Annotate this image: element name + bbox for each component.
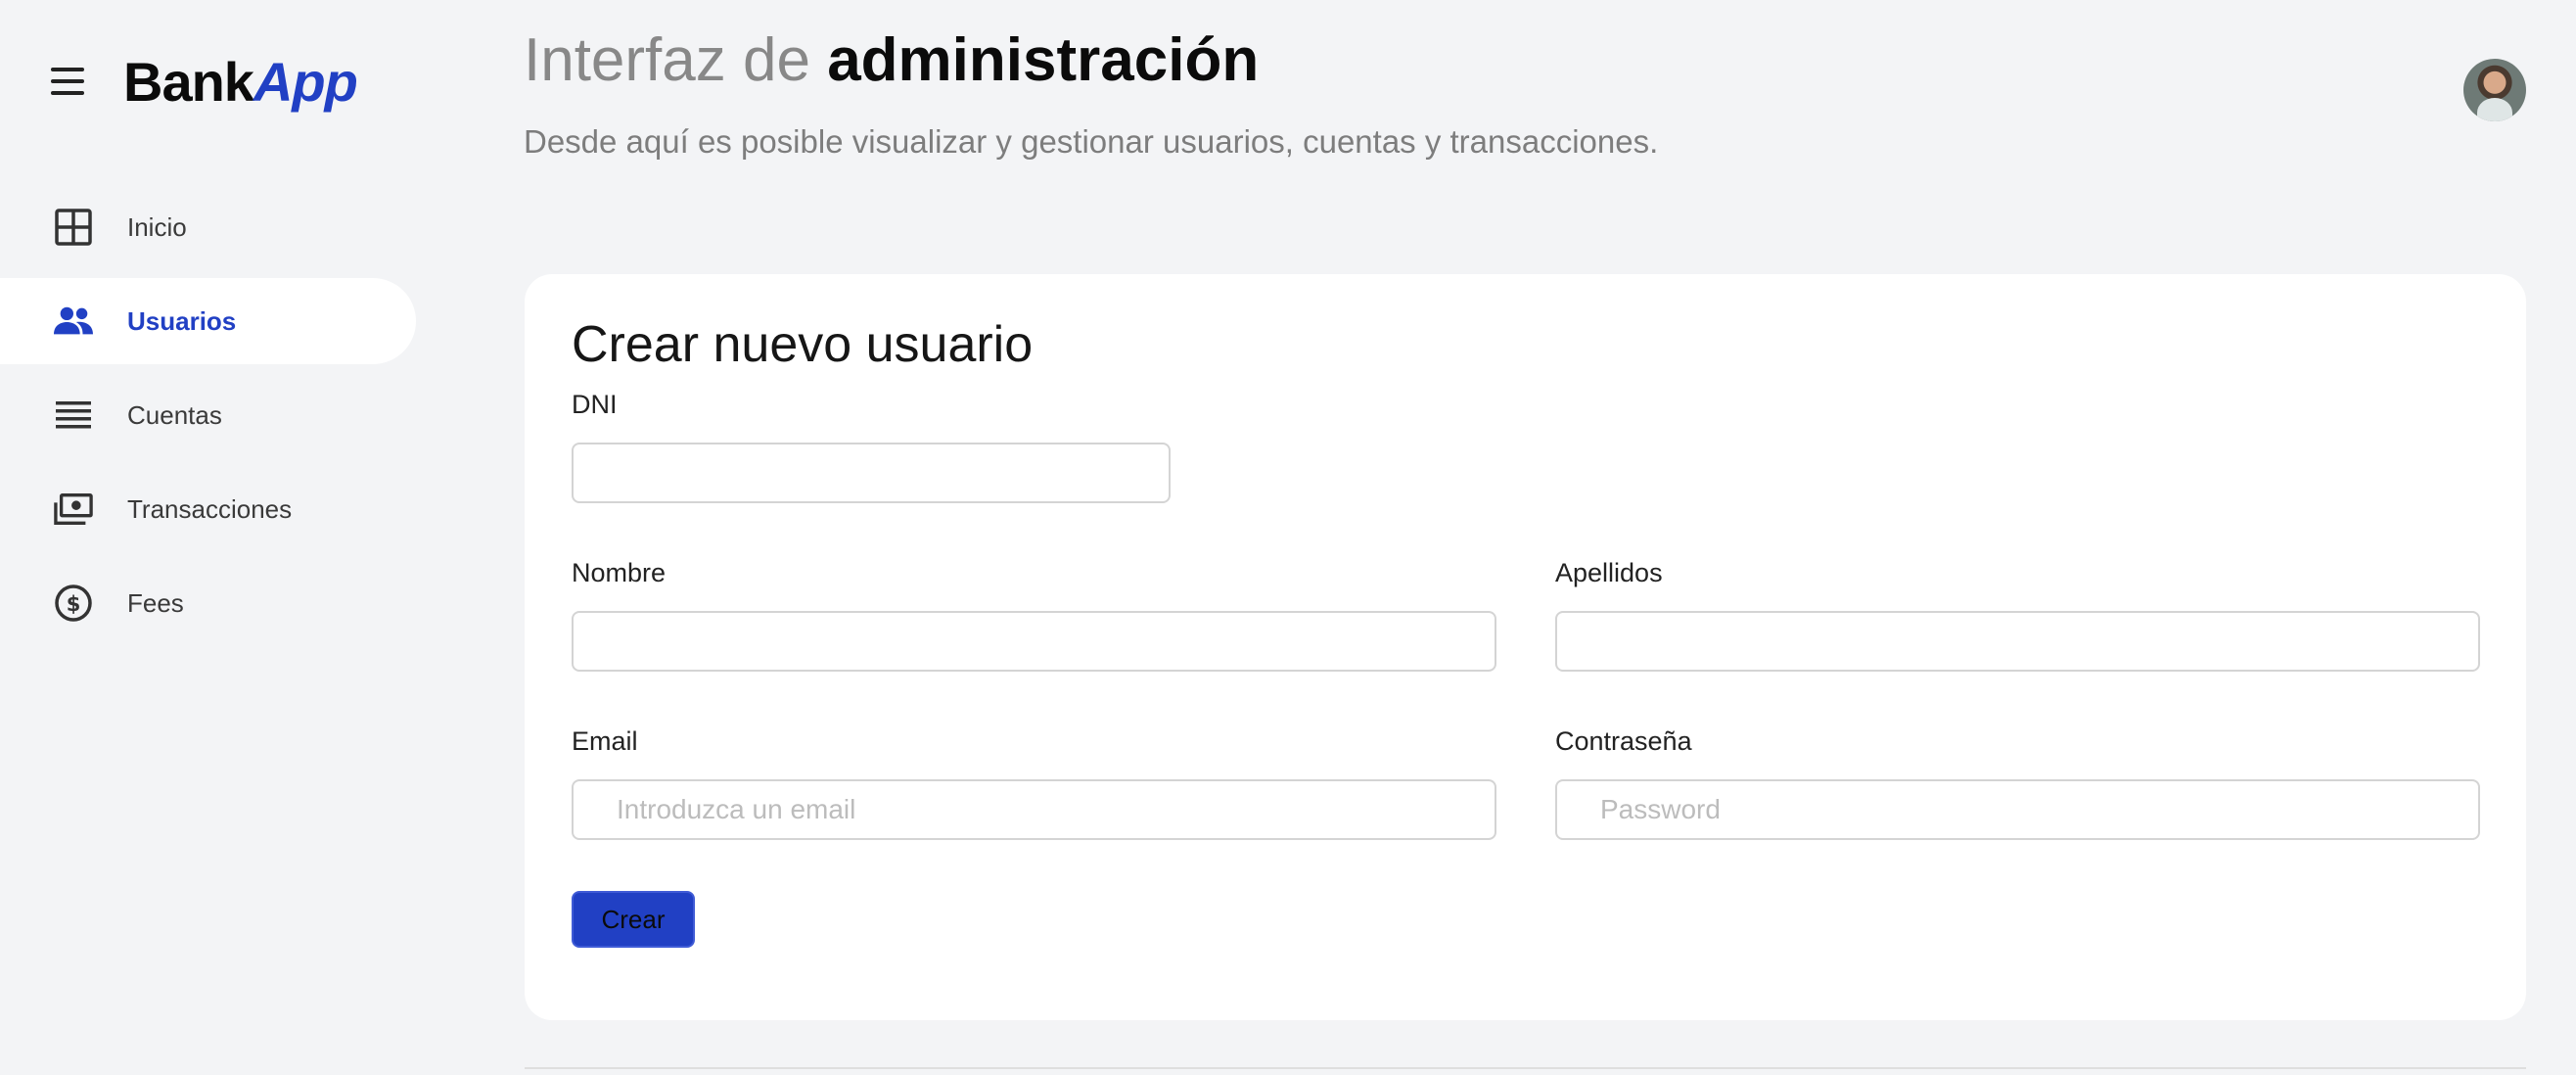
grid-icon [54, 208, 93, 247]
sidebar-item-fees[interactable]: $ Fees [0, 560, 416, 646]
list-icon [54, 396, 93, 435]
users-icon [54, 302, 93, 341]
password-label: Contraseña [1555, 726, 1692, 756]
dollar-circle-icon: $ [54, 584, 93, 623]
email-input[interactable]: Introduzca un email [572, 779, 1496, 840]
apellidos-label: Apellidos [1555, 558, 1663, 587]
sidebar: BankApp Inicio Usuarios Cuentas Transacc… [0, 0, 421, 1075]
nombre-label: Nombre [572, 558, 667, 587]
page-header: Interfaz de administración Desde aquí es… [524, 22, 1658, 161]
apellidos-input[interactable] [1555, 611, 2480, 672]
svg-text:$: $ [67, 592, 81, 616]
content-divider [525, 1067, 2526, 1069]
logo-text-bank: Bank [123, 50, 254, 113]
logo-text-app: App [253, 50, 358, 113]
password-field-group: Contraseña Password [1555, 726, 2480, 840]
hamburger-menu-icon[interactable] [51, 68, 84, 95]
sidebar-item-label: Fees [127, 587, 184, 618]
password-input[interactable]: Password [1555, 779, 2480, 840]
email-field-group: Email Introduzca un email [572, 726, 1496, 840]
page-title-bold: administración [827, 26, 1260, 94]
page-title-light: Interfaz de [524, 26, 810, 94]
app-logo[interactable]: BankApp [123, 50, 358, 114]
sidebar-item-label: Cuentas [127, 399, 222, 430]
dni-field-group: DNI [572, 390, 1171, 503]
sidebar-item-inicio[interactable]: Inicio [0, 184, 416, 270]
nombre-field-group: Nombre [572, 558, 1496, 672]
user-avatar[interactable] [2463, 59, 2526, 121]
money-icon [54, 490, 93, 529]
page-subtitle: Desde aquí es posible visualizar y gesti… [524, 123, 1659, 160]
dni-label: DNI [572, 390, 618, 419]
apellidos-field-group: Apellidos [1555, 558, 2480, 672]
email-label: Email [572, 726, 638, 756]
page-title: Interfaz de administración [524, 22, 1658, 100]
sidebar-item-label: Transacciones [127, 493, 293, 524]
form-title: Crear nuevo usuario [572, 316, 1034, 373]
sidebar-item-cuentas[interactable]: Cuentas [0, 372, 416, 458]
brand-header: BankApp [51, 49, 358, 114]
create-user-card: Crear nuevo usuario DNI Nombre Apellidos… [525, 274, 2526, 1020]
sidebar-item-label: Inicio [127, 211, 187, 242]
sidebar-item-transacciones[interactable]: Transacciones [0, 466, 416, 552]
dni-input[interactable] [572, 443, 1171, 503]
sidebar-nav: Inicio Usuarios Cuentas Transacciones $ … [0, 184, 416, 654]
sidebar-item-usuarios[interactable]: Usuarios [0, 278, 416, 364]
nombre-input[interactable] [572, 611, 1496, 672]
sidebar-item-label: Usuarios [127, 305, 237, 336]
crear-button[interactable]: Crear [572, 891, 695, 948]
